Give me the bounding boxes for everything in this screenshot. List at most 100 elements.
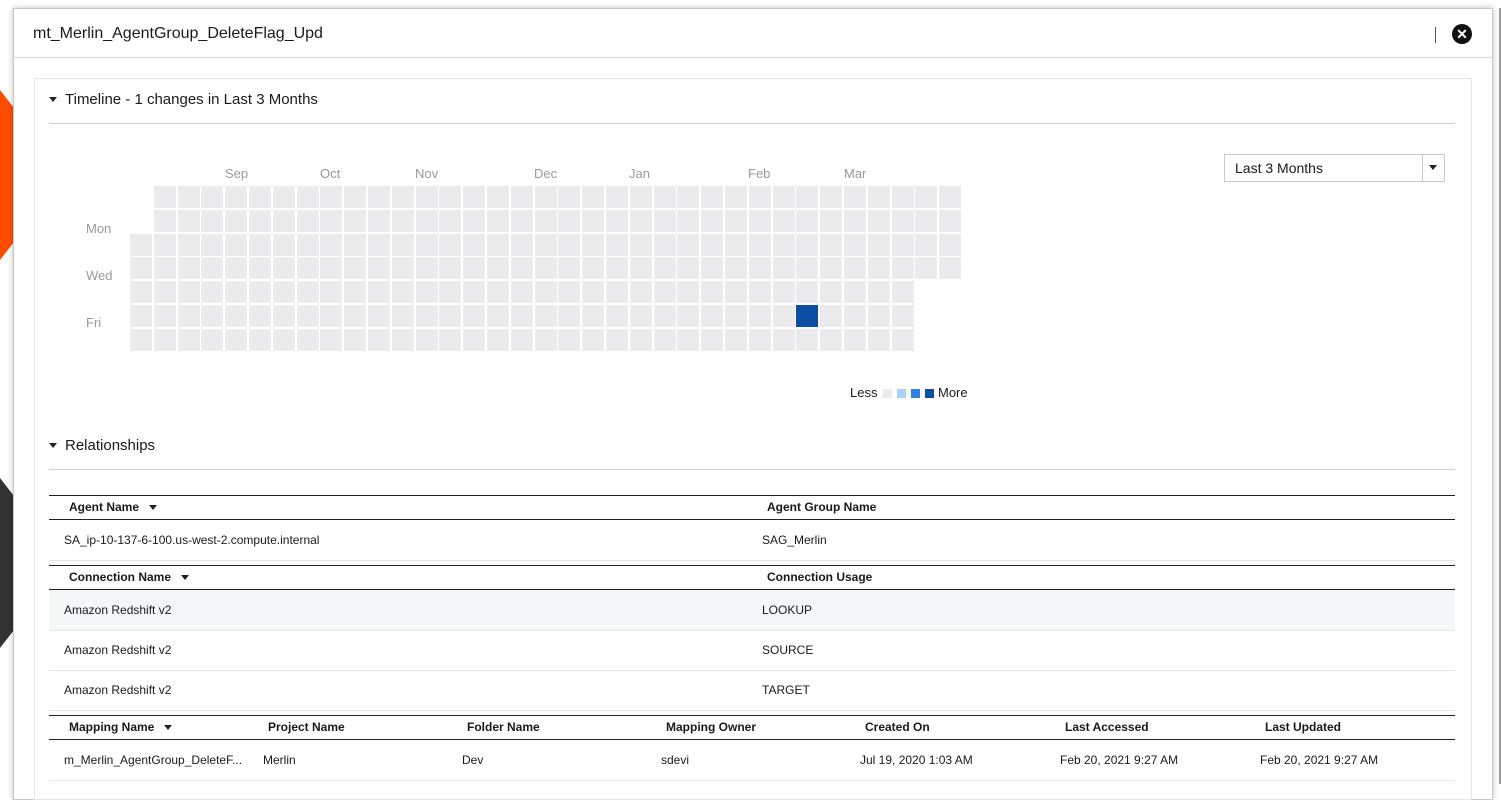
mapping-name-cell[interactable]: m_Merlin_AgentGroup_DeleteF... — [64, 753, 254, 767]
table-row[interactable]: Amazon Redshift v2 SOURCE — [49, 630, 1455, 671]
heatmap-cell[interactable] — [320, 186, 343, 208]
heatmap-cell[interactable] — [510, 186, 533, 208]
column-header-agent-name[interactable]: Agent Name — [69, 500, 158, 514]
heatmap-cell[interactable] — [177, 209, 200, 232]
heatmap-cell[interactable] — [796, 328, 819, 351]
heatmap-cell[interactable] — [272, 281, 295, 304]
heatmap-cell[interactable] — [915, 186, 938, 208]
heatmap-cell[interactable] — [558, 209, 581, 232]
sort-caret-icon[interactable] — [164, 725, 173, 731]
heatmap-cell[interactable] — [487, 186, 509, 208]
heatmap-cell[interactable] — [201, 281, 224, 304]
heatmap-cell[interactable] — [320, 209, 343, 232]
heatmap-cell[interactable] — [796, 186, 819, 208]
heatmap-cell[interactable] — [225, 209, 248, 232]
heatmap-cell[interactable] — [606, 257, 628, 280]
heatmap-cell[interactable] — [939, 209, 962, 232]
heatmap-cell[interactable] — [629, 186, 652, 208]
heatmap-cell[interactable] — [820, 257, 843, 280]
heatmap-cell[interactable] — [463, 186, 486, 208]
heatmap-cell[interactable] — [272, 257, 295, 280]
heatmap-cell[interactable] — [368, 281, 390, 304]
heatmap-cell[interactable] — [629, 281, 652, 304]
heatmap-cell[interactable] — [510, 257, 533, 280]
heatmap-cell[interactable] — [439, 186, 462, 208]
heatmap-cell[interactable] — [844, 209, 866, 232]
heatmap-cell[interactable] — [534, 328, 557, 351]
heatmap-cell[interactable] — [153, 281, 176, 304]
heatmap-cell[interactable] — [487, 209, 509, 232]
heatmap-cell[interactable] — [296, 233, 319, 256]
heatmap-cell[interactable] — [177, 257, 200, 280]
heatmap-cell[interactable] — [153, 305, 176, 327]
heatmap-cell[interactable] — [368, 305, 390, 327]
heatmap-cell[interactable] — [249, 257, 271, 280]
heatmap-cell[interactable] — [701, 257, 724, 280]
heatmap-cell[interactable] — [225, 186, 248, 208]
heatmap-cell[interactable] — [772, 186, 795, 208]
heatmap-cell[interactable] — [844, 281, 866, 304]
table-row[interactable]: SA_ip-10-137-6-100.us-west-2.compute.int… — [49, 520, 1455, 561]
heatmap-cell[interactable] — [296, 305, 319, 327]
heatmap-cell[interactable] — [820, 186, 843, 208]
heatmap-cell[interactable] — [891, 209, 914, 232]
heatmap-cell[interactable] — [772, 209, 795, 232]
heatmap-cell[interactable] — [296, 257, 319, 280]
heatmap-cell[interactable] — [272, 328, 295, 351]
time-range-select[interactable]: Last 3 Months — [1224, 154, 1445, 182]
heatmap-cell[interactable] — [296, 328, 319, 351]
heatmap-cell[interactable] — [796, 305, 819, 327]
heatmap-cell[interactable] — [606, 186, 628, 208]
heatmap-cell[interactable] — [439, 209, 462, 232]
heatmap-cell[interactable] — [487, 233, 509, 256]
heatmap-cell[interactable] — [582, 328, 605, 351]
heatmap-cell[interactable] — [177, 281, 200, 304]
heatmap-cell[interactable] — [582, 281, 605, 304]
heatmap-cell[interactable] — [748, 209, 771, 232]
heatmap-cell[interactable] — [844, 328, 866, 351]
heatmap-cell[interactable] — [867, 257, 890, 280]
heatmap-cell[interactable] — [844, 305, 866, 327]
heatmap-cell[interactable] — [463, 257, 486, 280]
heatmap-cell[interactable] — [748, 257, 771, 280]
heatmap-cell[interactable] — [748, 233, 771, 256]
heatmap-cell[interactable] — [653, 281, 676, 304]
heatmap-cell[interactable] — [867, 328, 890, 351]
heatmap-cell[interactable] — [391, 328, 414, 351]
heatmap-cell[interactable] — [415, 281, 438, 304]
heatmap-cell[interactable] — [177, 186, 200, 208]
close-icon[interactable]: ✕ — [1452, 24, 1472, 44]
heatmap-cell[interactable] — [320, 305, 343, 327]
heatmap-cell[interactable] — [368, 209, 390, 232]
heatmap-cell[interactable] — [201, 328, 224, 351]
heatmap-cell[interactable] — [225, 233, 248, 256]
heatmap-cell[interactable] — [296, 209, 319, 232]
heatmap-cell[interactable] — [915, 233, 938, 256]
heatmap-cell[interactable] — [177, 328, 200, 351]
heatmap-cell[interactable] — [748, 328, 771, 351]
heatmap-cell[interactable] — [677, 305, 700, 327]
heatmap-cell[interactable] — [725, 328, 747, 351]
heatmap-cell[interactable] — [939, 257, 962, 280]
heatmap-cell[interactable] — [487, 305, 509, 327]
heatmap-cell[interactable] — [463, 328, 486, 351]
heatmap-cell[interactable] — [701, 281, 724, 304]
heatmap-cell[interactable] — [439, 305, 462, 327]
heatmap-cell[interactable] — [344, 233, 367, 256]
heatmap-cell[interactable] — [677, 328, 700, 351]
heatmap-cell[interactable] — [415, 328, 438, 351]
heatmap-cell[interactable] — [772, 328, 795, 351]
heatmap-cell[interactable] — [415, 186, 438, 208]
heatmap-cell[interactable] — [534, 209, 557, 232]
heatmap-cell[interactable] — [225, 281, 248, 304]
heatmap-cell[interactable] — [891, 257, 914, 280]
heatmap-cell[interactable] — [867, 233, 890, 256]
heatmap-cell[interactable] — [487, 257, 509, 280]
heatmap-cell[interactable] — [796, 209, 819, 232]
heatmap-cell[interactable] — [320, 281, 343, 304]
heatmap-cell[interactable] — [344, 281, 367, 304]
heatmap-cell[interactable] — [463, 233, 486, 256]
heatmap-cell[interactable] — [867, 281, 890, 304]
heatmap-cell[interactable] — [844, 186, 866, 208]
heatmap-cell[interactable] — [368, 257, 390, 280]
